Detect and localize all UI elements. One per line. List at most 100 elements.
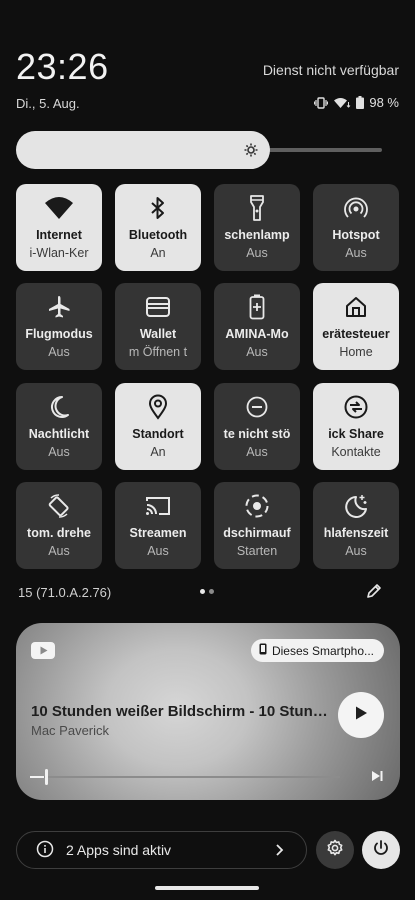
tile-subtitle: Starten bbox=[236, 544, 278, 558]
gear-icon bbox=[325, 838, 345, 863]
tile-title: schenlamp bbox=[224, 228, 290, 242]
tile-title: Bluetooth bbox=[128, 228, 188, 242]
tile-title: AMINA-Mo bbox=[225, 327, 289, 341]
output-device-label: Dieses Smartpho... bbox=[271, 643, 374, 658]
tile-bluetooth[interactable]: Bluetooth An bbox=[115, 184, 201, 271]
tile-subtitle: Aus bbox=[246, 445, 268, 459]
tile-subtitle: Aus bbox=[48, 445, 70, 459]
tile-title: ick Share bbox=[328, 427, 384, 441]
media-title: 10 Stunden weißer Bildschirm - 10 Stund.… bbox=[31, 703, 331, 720]
tile-subtitle: An bbox=[150, 445, 166, 459]
skip-next-icon[interactable] bbox=[369, 768, 385, 789]
tile-location[interactable]: Standort An bbox=[115, 383, 201, 470]
tile-title: Internet bbox=[36, 228, 82, 242]
network-status-text: Dienst nicht verfügbar bbox=[262, 62, 399, 78]
active-apps-label: 2 Apps sind aktiv bbox=[66, 842, 172, 858]
tile-airplane[interactable]: Flugmodus Aus bbox=[16, 283, 102, 370]
tile-battery-saver[interactable]: AMINA-Mo Aus bbox=[214, 283, 300, 370]
wifi-status-icon bbox=[333, 97, 351, 109]
tile-title: dschirmauf bbox=[223, 526, 291, 540]
airplane-icon bbox=[46, 294, 72, 320]
status-icons: 98 % bbox=[314, 95, 399, 110]
home-icon bbox=[344, 294, 368, 320]
tile-title: Standort bbox=[132, 427, 184, 441]
tile-title: Nachtlicht bbox=[28, 427, 90, 441]
brightness-fill bbox=[16, 131, 270, 169]
seekbar-thumb[interactable] bbox=[45, 769, 48, 785]
play-button[interactable] bbox=[338, 692, 384, 738]
tile-hotspot[interactable]: Hotspot Aus bbox=[313, 184, 399, 271]
page-dot bbox=[209, 589, 214, 594]
tile-title: Streamen bbox=[129, 526, 187, 540]
date[interactable]: Di., 5. Aug. bbox=[16, 96, 80, 111]
tile-title: Flugmodus bbox=[25, 327, 93, 341]
settings-button[interactable] bbox=[316, 831, 354, 869]
tile-moon[interactable]: Nachtlicht Aus bbox=[16, 383, 102, 470]
tile-subtitle: m Öffnen t bbox=[128, 345, 188, 359]
tile-subtitle: Aus bbox=[48, 345, 70, 359]
flashlight-icon bbox=[249, 195, 265, 221]
page-dot bbox=[200, 589, 205, 594]
tile-subtitle: Aus bbox=[147, 544, 169, 558]
tile-subtitle: Aus bbox=[246, 246, 268, 260]
page-indicator bbox=[200, 589, 214, 594]
tile-subtitle: Aus bbox=[48, 544, 70, 558]
tile-home[interactable]: erätesteuer Home bbox=[313, 283, 399, 370]
media-player[interactable]: Dieses Smartpho... 10 Stunden weißer Bil… bbox=[16, 623, 400, 800]
tile-subtitle: An bbox=[150, 246, 166, 260]
brightness-slider[interactable] bbox=[16, 131, 382, 169]
tile-title: Hotspot bbox=[332, 228, 380, 242]
tile-bedtime[interactable]: hlafenszeit Aus bbox=[313, 482, 399, 569]
hotspot-icon bbox=[343, 195, 369, 221]
tile-auto-rotate[interactable]: tom. drehe Aus bbox=[16, 482, 102, 569]
seekbar-played bbox=[30, 776, 44, 778]
brightness-icon bbox=[243, 142, 259, 163]
moon-icon bbox=[48, 394, 70, 420]
tile-wallet[interactable]: Wallet m Öffnen t bbox=[115, 283, 201, 370]
info-icon bbox=[36, 840, 54, 861]
tile-subtitle: Kontakte bbox=[331, 445, 381, 459]
battery-icon bbox=[356, 96, 365, 109]
power-icon bbox=[372, 839, 390, 862]
tile-subtitle: i-Wlan-Ker bbox=[29, 246, 89, 260]
screen-record-icon bbox=[244, 493, 270, 519]
tile-title: tom. drehe bbox=[27, 526, 91, 540]
tile-wifi[interactable]: Internet i-Wlan-Ker bbox=[16, 184, 102, 271]
tile-flashlight[interactable]: schenlamp Aus bbox=[214, 184, 300, 271]
edit-icon[interactable] bbox=[365, 582, 383, 605]
power-button[interactable] bbox=[362, 831, 400, 869]
bluetooth-icon bbox=[149, 195, 167, 221]
output-device-chip[interactable]: Dieses Smartpho... bbox=[250, 639, 384, 662]
location-icon bbox=[148, 394, 168, 420]
tile-do-not-disturb[interactable]: te nicht stö Aus bbox=[214, 383, 300, 470]
wallet-icon bbox=[145, 294, 171, 320]
play-icon bbox=[354, 705, 368, 726]
tile-subtitle: Aus bbox=[345, 544, 367, 558]
auto-rotate-icon bbox=[47, 493, 71, 519]
tile-title: Wallet bbox=[139, 327, 177, 341]
clock[interactable]: 23:26 bbox=[16, 46, 109, 88]
tile-screen-record[interactable]: dschirmauf Starten bbox=[214, 482, 300, 569]
battery-percent: 98 % bbox=[369, 95, 399, 110]
build-number[interactable]: 15 (71.0.A.2.76) bbox=[18, 585, 111, 600]
navigation-handle[interactable] bbox=[155, 886, 259, 890]
media-seekbar[interactable] bbox=[30, 769, 340, 785]
tile-subtitle: Home bbox=[339, 345, 373, 359]
tile-quick-share[interactable]: ick Share Kontakte bbox=[313, 383, 399, 470]
bedtime-icon bbox=[343, 493, 369, 519]
battery-saver-icon bbox=[249, 294, 265, 320]
wifi-icon bbox=[44, 195, 74, 221]
chevron-right-icon bbox=[274, 843, 284, 860]
tile-title: hlafenszeit bbox=[323, 526, 389, 540]
vibrate-icon bbox=[314, 96, 329, 109]
tile-title: te nicht stö bbox=[223, 427, 291, 441]
tile-subtitle: Aus bbox=[345, 246, 367, 260]
active-apps-button[interactable]: 2 Apps sind aktiv bbox=[16, 831, 307, 869]
youtube-icon bbox=[31, 642, 55, 664]
tile-title: erätesteuer bbox=[322, 327, 390, 341]
do-not-disturb-icon bbox=[245, 394, 269, 420]
cast-icon bbox=[144, 493, 172, 519]
smartphone-icon bbox=[259, 643, 267, 658]
brightness-track bbox=[266, 148, 382, 152]
tile-cast[interactable]: Streamen Aus bbox=[115, 482, 201, 569]
